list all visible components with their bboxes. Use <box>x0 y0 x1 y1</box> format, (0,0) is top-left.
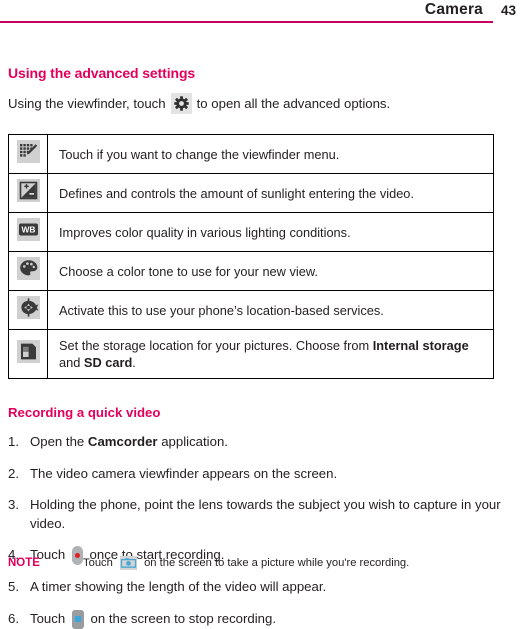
list-item: 3. Holding the phone, point the lens towa… <box>8 496 514 533</box>
step-number: 5. <box>8 579 19 595</box>
sd-card-storage-icon <box>16 340 40 363</box>
page-header: Camera 43 <box>0 0 522 26</box>
storage-desc-bold1: Internal storage <box>372 338 469 353</box>
page-content: Using the advanced settings Using the vi… <box>0 65 522 629</box>
intro-text-after: to open all the advanced options. <box>196 95 391 111</box>
exposure-icon <box>16 179 40 202</box>
step-text: The video camera viewfinder appears on t… <box>30 465 338 481</box>
advanced-settings-table: Touch if you want to change the viewfind… <box>8 134 494 379</box>
gear-icon <box>170 93 192 114</box>
recording-steps-list: 1. Open the Camcorder application. 2. The … <box>8 433 514 629</box>
list-item: 2. The video camera viewfinder appears on… <box>8 465 514 484</box>
color-palette-icon <box>16 257 40 280</box>
step-text-after: on the screen to stop recording. <box>86 610 276 626</box>
page-title: Camera <box>424 1 483 18</box>
geotag-location-icon <box>16 296 40 319</box>
stop-button-icon <box>71 609 84 629</box>
note-text-after: on the screen to take a picture while yo… <box>140 557 410 569</box>
list-item: 5. A timer showing the length of the vide… <box>8 578 514 597</box>
table-cell-icon: WB <box>8 212 48 252</box>
table-cell-icon <box>8 290 48 330</box>
table-cell-description: Improves color quality in various lighti… <box>47 212 494 252</box>
advanced-settings-intro: Using the viewfinder, touch to open all … <box>8 93 514 114</box>
list-item: 1. Open the Camcorder application. <box>8 433 514 452</box>
table-cell-description: Set the storage location for your pictur… <box>47 329 494 379</box>
table-cell-description: Activate this to use your phone’s locati… <box>47 290 494 330</box>
table-cell-icon <box>8 251 48 291</box>
step-number: 2. <box>8 465 19 481</box>
table-row: Touch if you want to change the viewfind… <box>8 134 494 174</box>
svg-text:WB: WB <box>21 225 35 235</box>
header-divider <box>0 21 493 23</box>
table-cell-description: Choose a color tone to use for your new … <box>47 251 494 291</box>
note-text: Touch on the screen to take a picture wh… <box>83 556 409 570</box>
section-heading-advanced-settings: Using the advanced settings <box>8 65 196 81</box>
storage-desc-part1: Set the storage location for your pictur… <box>59 338 373 353</box>
white-balance-icon: WB <box>16 218 40 241</box>
table-cell-description: Touch if you want to change the viewfind… <box>47 134 494 174</box>
camera-shutter-icon <box>119 556 137 570</box>
table-row: Defines and controls the amount of sunli… <box>8 173 494 213</box>
note-bar: NOTE Touch on the screen to take a pictu… <box>8 556 514 570</box>
list-item: 6. Touch on the screen to stop recording. <box>8 609 514 629</box>
note-text-before: Touch <box>83 557 116 569</box>
note-label: NOTE <box>8 557 40 569</box>
step-number: 6. <box>8 610 19 626</box>
intro-text-before: Using the viewfinder, touch <box>8 95 166 111</box>
step-number: 1. <box>8 434 19 449</box>
step-text: Holding the phone, point the lens toward… <box>30 497 501 531</box>
table-row: WB Improves color quality in various lig… <box>8 212 494 252</box>
table-row: Choose a color tone to use for your new … <box>8 251 494 291</box>
step-number: 3. <box>8 497 19 512</box>
step-text: A timer showing the length of the video … <box>30 579 327 595</box>
storage-desc-bold2: SD card <box>83 355 133 370</box>
table-cell-icon <box>8 173 48 213</box>
storage-desc-part2: and <box>59 355 84 370</box>
step-text-before: Open the <box>30 434 88 449</box>
section-heading-recording: Recording a quick video <box>8 405 161 420</box>
step-text-bold: Camcorder <box>87 434 158 449</box>
storage-desc-part3: . <box>132 355 136 370</box>
step-text-before: Touch <box>30 610 69 626</box>
table-row: Activate this to use your phone’s locati… <box>8 290 494 330</box>
table-cell-icon <box>8 329 48 379</box>
table-cell-icon <box>8 134 48 174</box>
step-text-after: application. <box>157 434 228 449</box>
table-cell-description: Defines and controls the amount of sunli… <box>47 173 494 213</box>
grid-pencil-icon <box>16 140 40 163</box>
table-row: Set the storage location for your pictur… <box>8 329 494 379</box>
page-number: 43 <box>500 3 516 18</box>
